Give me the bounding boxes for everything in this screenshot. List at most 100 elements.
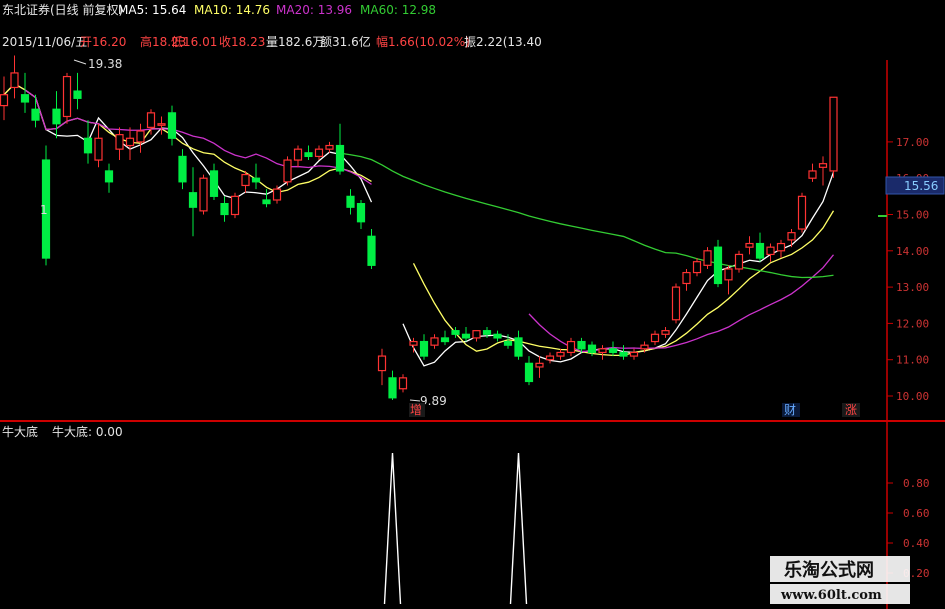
current-price: 15.56 [904, 179, 938, 193]
candle-body [713, 246, 723, 285]
candle-body [283, 159, 292, 183]
indicator-tick-label: 0.80 [903, 477, 930, 490]
candle-body [115, 134, 124, 150]
candle-body [62, 75, 72, 118]
indicator-value: 牛大底: 0.00 [52, 424, 123, 439]
candle-body [556, 351, 565, 357]
candle-body [178, 155, 187, 183]
candle-body [220, 203, 229, 216]
stock-chart-canvas[interactable]: 东北证券(日线 前复权) MA5: 15.64 MA10: 14.76 MA20… [0, 0, 945, 609]
price-tick-label: 10.00 [896, 390, 929, 403]
candle-body [136, 130, 145, 143]
candle-body [199, 177, 208, 212]
price-tick-label: 17.00 [896, 136, 929, 149]
price-axis: 17.0016.0015.0014.0013.0012.0011.0010.00 [887, 136, 929, 403]
bar-open: 开16.20 [80, 35, 126, 49]
candle-body [461, 333, 471, 339]
candle-body [52, 108, 61, 125]
candle-body [31, 108, 40, 121]
ma20-label: MA20: 13.96 [276, 3, 352, 17]
price-tick-label: 13.00 [896, 281, 929, 294]
candle-body [661, 330, 670, 335]
candle-body [734, 253, 744, 270]
ma60-line [339, 152, 834, 279]
candle-body [367, 235, 376, 266]
indicator-title: 牛大底 [2, 424, 38, 439]
bar-date: 2015/11/06/五 [2, 35, 87, 49]
ma60-label: MA60: 12.98 [360, 3, 436, 17]
candle-body [398, 377, 408, 390]
candle-body [640, 344, 649, 350]
marker-cai[interactable]: 财 [784, 403, 796, 417]
candle-body [146, 112, 156, 128]
indicator-spike [383, 452, 402, 605]
candle-body [766, 246, 775, 256]
candle-body [482, 330, 492, 335]
candle-body [356, 203, 366, 223]
candle-body [94, 137, 103, 161]
candle-body [472, 330, 481, 339]
ma20-line [24, 89, 372, 185]
candle-body [346, 195, 355, 208]
candle-body [335, 144, 345, 172]
candle-body [493, 333, 502, 339]
candle-body [83, 137, 93, 154]
candle-body [293, 148, 303, 161]
candle-body [377, 355, 387, 372]
bar-volume: 量182.6万 [266, 35, 324, 49]
candle-body [104, 170, 114, 183]
candle-body [650, 333, 660, 343]
candle-body [682, 271, 691, 285]
candle-body [755, 242, 765, 259]
candle-body [125, 137, 135, 147]
candle-body [776, 242, 786, 252]
moving-average-lines [3, 83, 835, 367]
price-tick-label: 11.00 [896, 354, 929, 367]
bar-change: 幅1.66(10.02%) [376, 34, 470, 49]
bar-amplitude: 振2.22(13.40 [464, 35, 542, 49]
candle-body [0, 94, 9, 107]
ma10-label: MA10: 14.76 [194, 3, 270, 17]
candle-body [388, 377, 397, 399]
indicator-spike [509, 452, 528, 605]
candle-body [325, 144, 334, 150]
candle-body [304, 152, 313, 158]
candle-body [73, 90, 82, 99]
candle-body [619, 351, 628, 357]
marker-zeng[interactable]: 增 [410, 403, 422, 417]
candle-body [566, 340, 576, 354]
candle-body [188, 192, 198, 208]
candle-body [451, 330, 460, 335]
candle-body [745, 242, 754, 248]
candle-body [440, 337, 450, 343]
high-point-label: 19.38 [88, 57, 122, 71]
marker-zhang[interactable]: 涨 [845, 402, 857, 417]
candle-body [230, 195, 240, 216]
candle-body [251, 177, 261, 183]
price-tick-label: 15.00 [896, 209, 929, 222]
candle-body [587, 344, 597, 354]
watermark: 乐淘公式网 www.60lt.com [770, 556, 910, 604]
price-tick-label: 14.00 [896, 245, 929, 258]
candle-body [818, 163, 828, 168]
candle-body [808, 170, 817, 179]
candle-body [409, 340, 418, 346]
candle-body [545, 355, 555, 361]
candle-body [787, 232, 796, 241]
candle-body [514, 337, 523, 357]
candle-body [167, 112, 177, 139]
ma10-line [3, 83, 372, 194]
ma5-line [3, 83, 373, 203]
candle-body [535, 362, 544, 368]
candle-body [241, 173, 250, 187]
bar-close: 收18.23 [219, 35, 265, 49]
candlestick-series[interactable] [0, 55, 838, 400]
candle-body [524, 362, 534, 383]
candle-body [272, 188, 282, 201]
candle-body [598, 348, 607, 354]
candle-body [608, 348, 618, 354]
candle-body [724, 268, 733, 281]
candle-body [10, 72, 19, 89]
candle-body [430, 337, 439, 346]
candle-body [829, 96, 838, 172]
